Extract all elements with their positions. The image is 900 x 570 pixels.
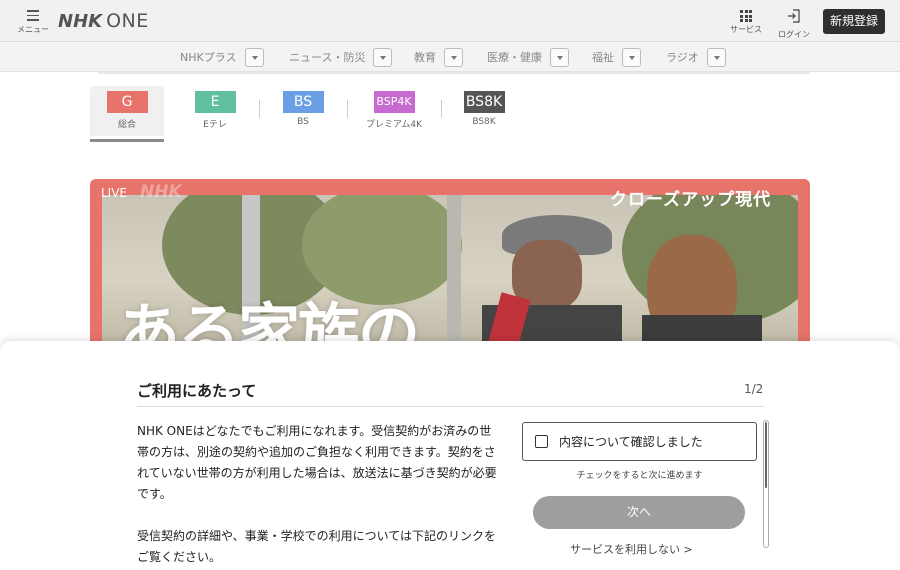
- channel-badge: BSP4K: [373, 91, 415, 113]
- category-label: 医療・健康: [487, 51, 542, 64]
- program-title: クローズアップ現代: [610, 190, 772, 210]
- chevron-down-icon[interactable]: [444, 47, 463, 67]
- category-label: 福祉: [592, 51, 614, 64]
- category-label: NHKプラス: [180, 51, 237, 64]
- chevron-down-icon[interactable]: [244, 47, 264, 67]
- scrollbar-thumb[interactable]: [765, 422, 767, 488]
- services-button[interactable]: サービス: [726, 8, 766, 35]
- divider: [441, 100, 442, 118]
- skip-service-link[interactable]: サービスを利用しない >: [570, 541, 693, 557]
- login-icon: [788, 9, 800, 23]
- category-label: 教育: [414, 51, 436, 64]
- channel-badge: E: [194, 91, 236, 113]
- page-indicator: 1/2: [744, 382, 764, 396]
- category-label: ニュース・防災: [289, 51, 366, 64]
- logo-nhk-text: NHK: [58, 10, 103, 32]
- hamburger-icon: [27, 10, 39, 21]
- channel-badge: BS8K: [463, 91, 505, 113]
- active-tab-indicator: [90, 139, 164, 142]
- chevron-down-icon[interactable]: [373, 47, 393, 67]
- channel-badge: G: [106, 91, 148, 113]
- login-button[interactable]: ログイン: [774, 8, 814, 40]
- category-nav: NHKプラス ニュース・防災 教育 医療・健康 福祉 ラジオ: [0, 42, 900, 72]
- channel-label: BS: [297, 117, 309, 127]
- tab-channel-bs[interactable]: BS BS: [266, 86, 340, 136]
- channel-label: Eテレ: [203, 120, 227, 130]
- channel-label: プレミアム4K: [366, 120, 422, 130]
- terms-modal: ご利用にあたって 1/2 NHK ONEはどなたでもご利用になれます。受信契約が…: [0, 341, 900, 570]
- channel-label: BS8K: [472, 117, 496, 127]
- divider: [98, 72, 810, 74]
- live-badge: LIVE: [101, 186, 128, 200]
- chevron-down-icon[interactable]: [622, 47, 641, 67]
- confirm-checkbox[interactable]: [535, 435, 548, 448]
- channel-badge: BS: [282, 91, 324, 113]
- menu-button[interactable]: メニュー: [14, 6, 52, 38]
- channel-label: 総合: [117, 120, 136, 130]
- login-label: ログイン: [778, 30, 810, 39]
- next-button[interactable]: 次へ: [533, 496, 745, 529]
- tab-channel-bsp4k[interactable]: BSP4K プレミアム4K: [357, 86, 431, 136]
- top-header: メニュー NHK ONE サービス ログイン 新規登録: [0, 0, 900, 42]
- confirm-checkbox-row[interactable]: 内容について確認しました: [522, 422, 757, 461]
- category-radio[interactable]: ラジオ: [666, 47, 726, 67]
- modal-paragraph: 受信契約の詳細や、事業・学校での利用については下記のリンクをご覧ください。: [137, 529, 497, 564]
- category-news[interactable]: ニュース・防災: [289, 47, 393, 67]
- logo-one-text: ONE: [106, 10, 149, 32]
- modal-title: ご利用にあたって: [137, 382, 257, 400]
- signup-button[interactable]: 新規登録: [823, 9, 885, 34]
- category-education[interactable]: 教育: [414, 47, 463, 67]
- category-welfare[interactable]: 福祉: [592, 47, 641, 67]
- chevron-down-icon[interactable]: [550, 47, 569, 67]
- checkbox-hint: チェックをすると次に進めます: [576, 471, 703, 481]
- category-nhk-plus[interactable]: NHKプラス: [180, 47, 264, 67]
- divider: [347, 100, 348, 118]
- modal-body: NHK ONEはどなたでもご利用になれます。受信契約がお済みの世帯の方は、別途の…: [137, 421, 502, 570]
- menu-label: メニュー: [17, 24, 49, 34]
- services-label: サービス: [730, 25, 762, 34]
- category-health[interactable]: 医療・健康: [487, 47, 569, 67]
- tab-channel-e[interactable]: E Eテレ: [178, 86, 252, 136]
- category-label: ラジオ: [666, 51, 699, 64]
- tab-channel-bs8k[interactable]: BS8K BS8K: [447, 86, 521, 136]
- nhk-watermark: NHK: [140, 182, 182, 202]
- confirm-label: 内容について確認しました: [559, 435, 703, 449]
- grid-icon: [740, 10, 752, 22]
- chevron-down-icon[interactable]: [706, 47, 726, 67]
- hero-live-player[interactable]: LIVE NHK クローズアップ現代 ある家族の: [90, 179, 810, 354]
- scrollbar[interactable]: [763, 420, 769, 548]
- modal-paragraph: NHK ONEはどなたでもご利用になれます。受信契約がお済みの世帯の方は、別途の…: [137, 424, 497, 501]
- nhk-one-logo[interactable]: NHK ONE: [58, 9, 149, 33]
- divider: [137, 406, 764, 407]
- divider: [259, 100, 260, 118]
- tab-channel-g[interactable]: G 総合: [90, 86, 164, 136]
